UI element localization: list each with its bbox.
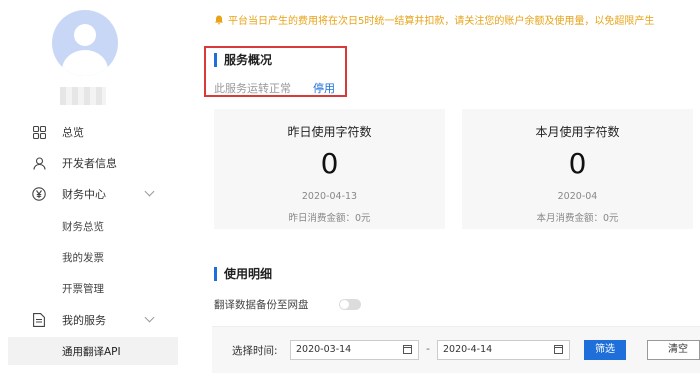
sidebar-item-label: 开发者信息 (62, 157, 117, 170)
sidebar-item-my-services[interactable]: 我的服务 (0, 305, 178, 335)
chevron-down-icon[interactable] (144, 312, 155, 323)
service-status-text: 此服务运转正常 (214, 82, 291, 95)
clear-button[interactable]: 清空 (647, 340, 700, 360)
sidebar-item-label: 通用翻译API (62, 345, 121, 358)
calendar-icon[interactable] (403, 345, 412, 354)
card-title: 本月使用字符数 (535, 125, 620, 139)
card-date: 2020-04-13 (301, 191, 358, 202)
avatar-head-shape (74, 24, 96, 46)
month-usage-card: 本月使用字符数 0 2020-04 本月消费金额：0元 (462, 109, 693, 229)
card-title: 昨日使用字符数 (287, 125, 372, 139)
billing-notice-text: 平台当日产生的费用将在次日5时统一结算并扣款，请关注您的账户余额及使用量，以免超… (228, 16, 655, 27)
card-cost: 昨日消费金额：0元 (288, 213, 371, 224)
disable-service-link[interactable]: 停用 (313, 80, 335, 96)
card-count: 0 (320, 147, 339, 180)
billing-notice: 平台当日产生的费用将在次日5时统一结算并扣款，请关注您的账户余额及使用量，以免超… (214, 12, 654, 27)
yen-icon (32, 187, 46, 201)
card-date: 2020-04 (557, 191, 598, 202)
end-date-input[interactable]: 2020-4-14 (437, 340, 570, 360)
start-date-value: 2020-03-14 (296, 344, 352, 355)
sidebar-subitem-my-invoices[interactable]: 我的发票 (0, 243, 178, 271)
sidebar: 总览 开发者信息 财务中心 财务总览 我的发票 开票管理 我的服务 通用翻译AP… (0, 0, 178, 372)
sidebar-item-label: 开票管理 (62, 282, 104, 295)
sidebar-item-overview[interactable]: 总览 (0, 117, 178, 147)
card-cost: 本月消费金额：0元 (536, 213, 619, 224)
grid-icon (32, 125, 46, 139)
date-range-separator: - (426, 342, 430, 355)
sidebar-subitem-general-translation-api[interactable]: 通用翻译API (8, 337, 178, 365)
sidebar-item-developer-info[interactable]: 开发者信息 (0, 148, 178, 178)
chevron-down-icon[interactable] (144, 186, 155, 197)
calendar-icon[interactable] (554, 345, 563, 354)
sidebar-item-label: 财务中心 (62, 188, 106, 201)
sidebar-subitem-finance-overview[interactable]: 财务总览 (0, 212, 178, 240)
toggle-knob (340, 300, 349, 309)
sidebar-item-finance-center[interactable]: 财务中心 (0, 179, 178, 209)
date-filter-label: 选择时间: (232, 345, 278, 357)
yesterday-usage-card: 昨日使用字符数 0 2020-04-13 昨日消费金额：0元 (214, 109, 445, 229)
username-blurred (60, 87, 106, 105)
service-overview-title: 服务概况 (214, 53, 272, 67)
card-count: 0 (568, 147, 587, 180)
sidebar-item-label: 总览 (62, 126, 84, 139)
usage-details-title: 使用明细 (214, 267, 272, 281)
user-icon (32, 156, 46, 170)
bell-icon (215, 15, 223, 25)
search-button[interactable]: 筛选 (584, 340, 626, 360)
avatar[interactable] (52, 10, 118, 76)
document-icon (32, 313, 46, 327)
sidebar-subitem-invoice-management[interactable]: 开票管理 (0, 274, 178, 302)
backup-toggle[interactable] (339, 299, 361, 310)
start-date-input[interactable]: 2020-03-14 (290, 340, 419, 360)
end-date-value: 2020-4-14 (443, 344, 493, 355)
sidebar-item-label: 我的发票 (62, 251, 104, 264)
sidebar-item-label: 我的服务 (62, 314, 106, 327)
sidebar-item-label: 财务总览 (62, 220, 104, 233)
backup-toggle-label: 翻译数据备份至网盘 (214, 299, 309, 311)
avatar-body-shape (62, 50, 108, 76)
